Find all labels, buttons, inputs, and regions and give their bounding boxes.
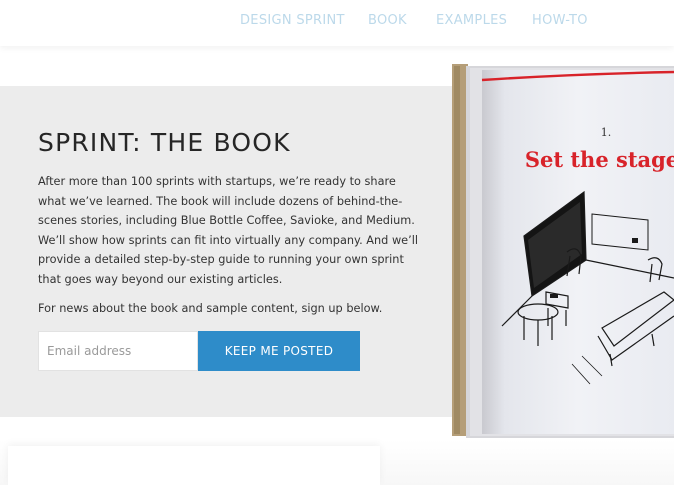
book-photo: 1. Set the stage <box>452 64 674 440</box>
bottom-card <box>8 446 380 485</box>
signup-note: For news about the book and sample conte… <box>38 302 383 315</box>
nav-link-book[interactable]: BOOK <box>368 13 407 28</box>
signup-form: KEEP ME POSTED <box>38 331 360 371</box>
page-title: SPRINT: THE BOOK <box>38 128 291 157</box>
nav-link-design-sprint[interactable]: DESIGN SPRINT <box>240 13 345 28</box>
book-hero-section: SPRINT: THE BOOK After more than 100 spr… <box>0 86 452 417</box>
nav-link-examples[interactable]: EXAMPLES <box>436 13 507 28</box>
keep-me-posted-button[interactable]: KEEP ME POSTED <box>198 331 360 371</box>
nav-link-how-to[interactable]: HOW-TO <box>532 13 588 28</box>
chapter-number: 1. <box>601 126 612 139</box>
book-description: After more than 100 sprints with startup… <box>38 175 419 286</box>
email-field[interactable] <box>38 331 198 371</box>
top-navigation: DESIGN SPRINT BOOK EXAMPLES HOW-TO <box>0 0 674 46</box>
book-illustration: 1. Set the stage <box>452 64 674 438</box>
chapter-title: Set the stage <box>525 147 674 172</box>
